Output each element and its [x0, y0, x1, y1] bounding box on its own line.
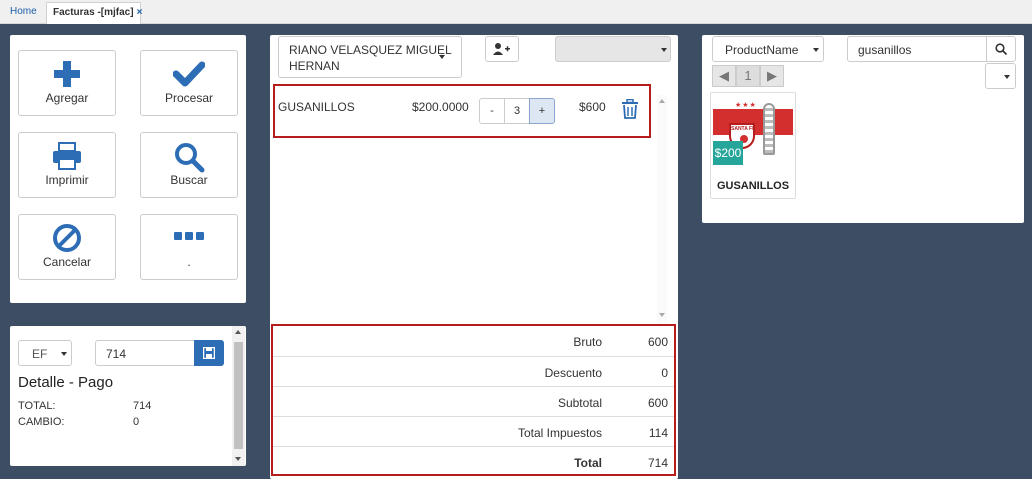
totals-label: Descuento: [544, 366, 602, 380]
imprimir-label: Imprimir: [45, 173, 89, 187]
trash-icon[interactable]: [621, 99, 639, 119]
procesar-button[interactable]: Procesar: [140, 50, 238, 116]
product-search-input[interactable]: gusanillos: [847, 36, 987, 62]
magnifier-icon: [175, 143, 205, 173]
next-page-button[interactable]: ▶: [760, 65, 784, 87]
tab-bar: Home Facturas -[mjfac] ×: [0, 0, 1032, 24]
check-icon: [173, 61, 205, 87]
filter-field-value: ProductName: [725, 43, 799, 57]
scroll-up-icon[interactable]: [659, 99, 665, 103]
tab-close-icon[interactable]: ×: [137, 7, 143, 18]
ban-icon: [53, 224, 81, 252]
imprimir-button[interactable]: Imprimir: [18, 132, 116, 198]
agregar-label: Agregar: [45, 91, 89, 105]
logo-stars: ★★★: [735, 102, 757, 109]
totals-row-bruto: Bruto 600: [273, 326, 674, 356]
totals-row-subtotal: Subtotal 600: [273, 386, 674, 416]
totals-row-descuento: Descuento 0: [273, 356, 674, 386]
totals-label: Subtotal: [557, 396, 602, 410]
products-panel: ProductName gusanillos ◀ 1 ▶ SANTA FE ★★…: [702, 35, 1024, 223]
change-label: CAMBIO:: [18, 416, 65, 428]
plus-icon: [54, 61, 80, 87]
product-search-button[interactable]: [986, 36, 1016, 62]
item-name: GUSANILLOS: [278, 100, 355, 114]
filter-field-select[interactable]: ProductName: [712, 36, 824, 62]
payment-detail-title: Detalle - Pago: [18, 374, 114, 391]
chevron-down-icon: [1004, 75, 1010, 79]
totals-value: 0: [661, 366, 668, 380]
more-button[interactable]: .: [140, 214, 238, 280]
qty-minus-button[interactable]: -: [479, 98, 505, 124]
invoice-item-row[interactable]: GUSANILLOS $200.0000 - 3 + $600: [273, 84, 651, 138]
actions-panel: Agregar Procesar Imprimir Buscar Cancela…: [10, 35, 246, 303]
totals-value: 714: [647, 456, 668, 470]
total-label: TOTAL:: [18, 400, 56, 412]
invoice-panel: RIANO VELASQUEZ MIGUEL HERNAN GUSANILLOS…: [270, 35, 678, 479]
payment-amount-input[interactable]: 714: [95, 340, 195, 366]
totals-value: 114: [648, 426, 668, 440]
search-icon: [995, 43, 1007, 55]
payment-panel: EF 714 Detalle - Pago TOTAL: 714 CAMBIO:…: [10, 326, 246, 466]
scroll-down-icon[interactable]: [659, 313, 665, 317]
user-plus-icon: [493, 43, 510, 55]
buscar-label: Buscar: [170, 173, 208, 187]
floppy-icon: [203, 347, 215, 359]
totals-row-impuestos: Total Impuestos 114: [273, 416, 674, 446]
product-name: GUSANILLOS: [716, 180, 790, 192]
save-amount-button[interactable]: [194, 340, 224, 366]
scroll-thumb[interactable]: [234, 342, 243, 449]
product-card[interactable]: SANTA FE ★★★ $200 GUSANILLOS: [710, 92, 796, 199]
cancelar-button[interactable]: Cancelar: [18, 214, 116, 280]
customer-select[interactable]: RIANO VELASQUEZ MIGUEL HERNAN: [278, 36, 462, 78]
page-number[interactable]: 1: [736, 65, 760, 87]
prev-page-button[interactable]: ◀: [712, 65, 736, 87]
buscar-button[interactable]: Buscar: [140, 132, 238, 198]
chevron-down-icon: [439, 55, 445, 59]
printer-icon: [53, 142, 81, 170]
ellipsis-icon: [174, 232, 204, 240]
payment-method-value: EF: [32, 347, 48, 361]
agregar-button[interactable]: Agregar: [18, 50, 116, 116]
page-size-select[interactable]: [985, 63, 1016, 89]
more-label: .: [187, 255, 191, 269]
price-badge: $200: [713, 141, 743, 165]
procesar-label: Procesar: [164, 91, 214, 105]
totals-label: Total: [574, 456, 602, 470]
totals-row-total: Total 714: [273, 446, 674, 476]
product-image: SANTA FE ★★★ $200: [713, 95, 793, 167]
tab-facturas-label: Facturas -[mjfac]: [53, 7, 134, 18]
payment-method-select[interactable]: EF: [18, 340, 72, 366]
chevron-down-icon: [61, 352, 67, 356]
totals-label: Bruto: [573, 335, 602, 349]
qty-plus-button[interactable]: +: [529, 98, 555, 124]
customer-name-line1: RIANO VELASQUEZ MIGUEL: [289, 43, 452, 57]
item-price: $200.0000: [412, 100, 469, 114]
chevron-down-icon: [661, 48, 667, 52]
qty-value[interactable]: 3: [504, 98, 530, 124]
scroll-up-icon[interactable]: [235, 330, 241, 334]
totals-table: Bruto 600 Descuento 0 Subtotal 600 Total…: [271, 324, 676, 476]
logo-text: SANTA FE: [731, 126, 756, 132]
add-customer-button[interactable]: [485, 36, 519, 62]
warehouse-select[interactable]: [555, 36, 671, 62]
totals-value: 600: [647, 396, 668, 410]
tab-home[interactable]: Home: [4, 2, 43, 24]
totals-value: 600: [647, 335, 668, 349]
items-scrollbar[interactable]: [657, 95, 667, 323]
total-value: 714: [133, 400, 152, 412]
payment-scrollbar[interactable]: [232, 326, 245, 466]
product-search-value: gusanillos: [858, 43, 912, 57]
cancelar-label: Cancelar: [42, 255, 92, 269]
change-value: 0: [133, 416, 140, 428]
trophy: [763, 103, 775, 155]
payment-amount-value: 714: [106, 347, 127, 361]
scroll-down-icon[interactable]: [235, 457, 241, 461]
customer-name-line2: HERNAN: [289, 59, 340, 73]
chevron-down-icon: [813, 48, 819, 52]
totals-label: Total Impuestos: [517, 426, 602, 440]
item-amount: $600: [579, 100, 606, 114]
tab-facturas[interactable]: Facturas -[mjfac] ×: [46, 2, 143, 24]
